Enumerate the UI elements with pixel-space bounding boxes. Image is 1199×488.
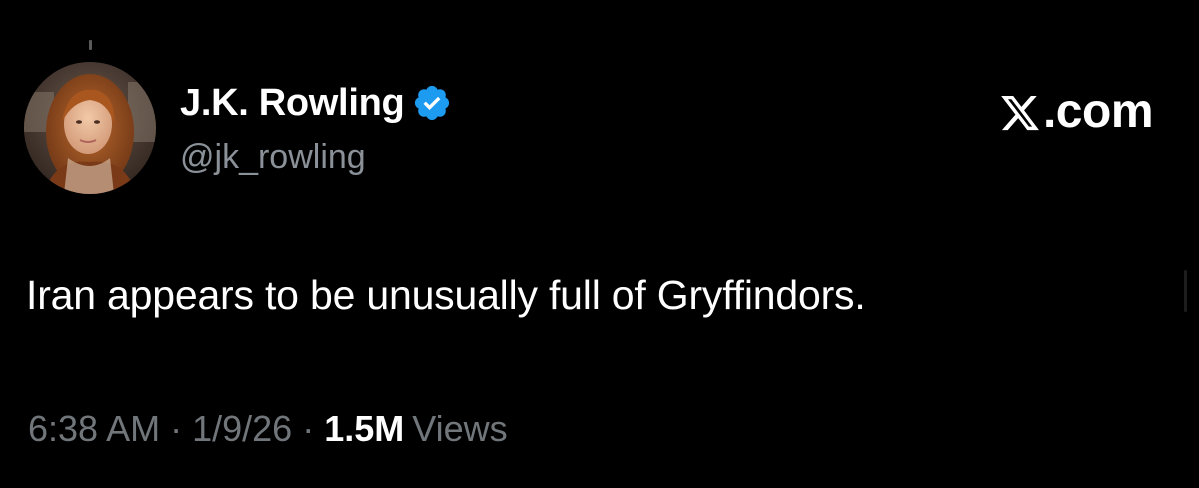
tweet-text: Iran appears to be unusually full of Gry… xyxy=(26,272,866,318)
verified-badge-icon xyxy=(412,83,452,123)
meta-separator: · xyxy=(170,408,183,449)
author-display-name[interactable]: J.K. Rowling xyxy=(180,82,405,125)
tweet-card: J.K. Rowling @jk_rowling .com Iran appea… xyxy=(0,0,1199,488)
x-logo-icon xyxy=(999,91,1041,133)
author-handle[interactable]: @jk_rowling xyxy=(180,138,366,177)
scrollbar[interactable] xyxy=(1184,270,1187,312)
avatar[interactable] xyxy=(24,62,156,194)
site-label: .com xyxy=(999,84,1154,139)
site-domain-label: .com xyxy=(1042,85,1154,138)
profile-photo xyxy=(24,62,156,194)
author-name-row: J.K. Rowling xyxy=(180,80,452,126)
views-count: 1.5M xyxy=(324,408,405,449)
thread-line xyxy=(89,40,92,50)
tweet-meta: 6:38 AM · 1/9/26 · 1.5M Views xyxy=(28,408,508,450)
views-label: Views xyxy=(412,408,508,449)
meta-separator: · xyxy=(302,408,315,449)
tweet-time[interactable]: 6:38 AM xyxy=(28,408,160,450)
tweet-date[interactable]: 1/9/26 xyxy=(192,408,292,450)
